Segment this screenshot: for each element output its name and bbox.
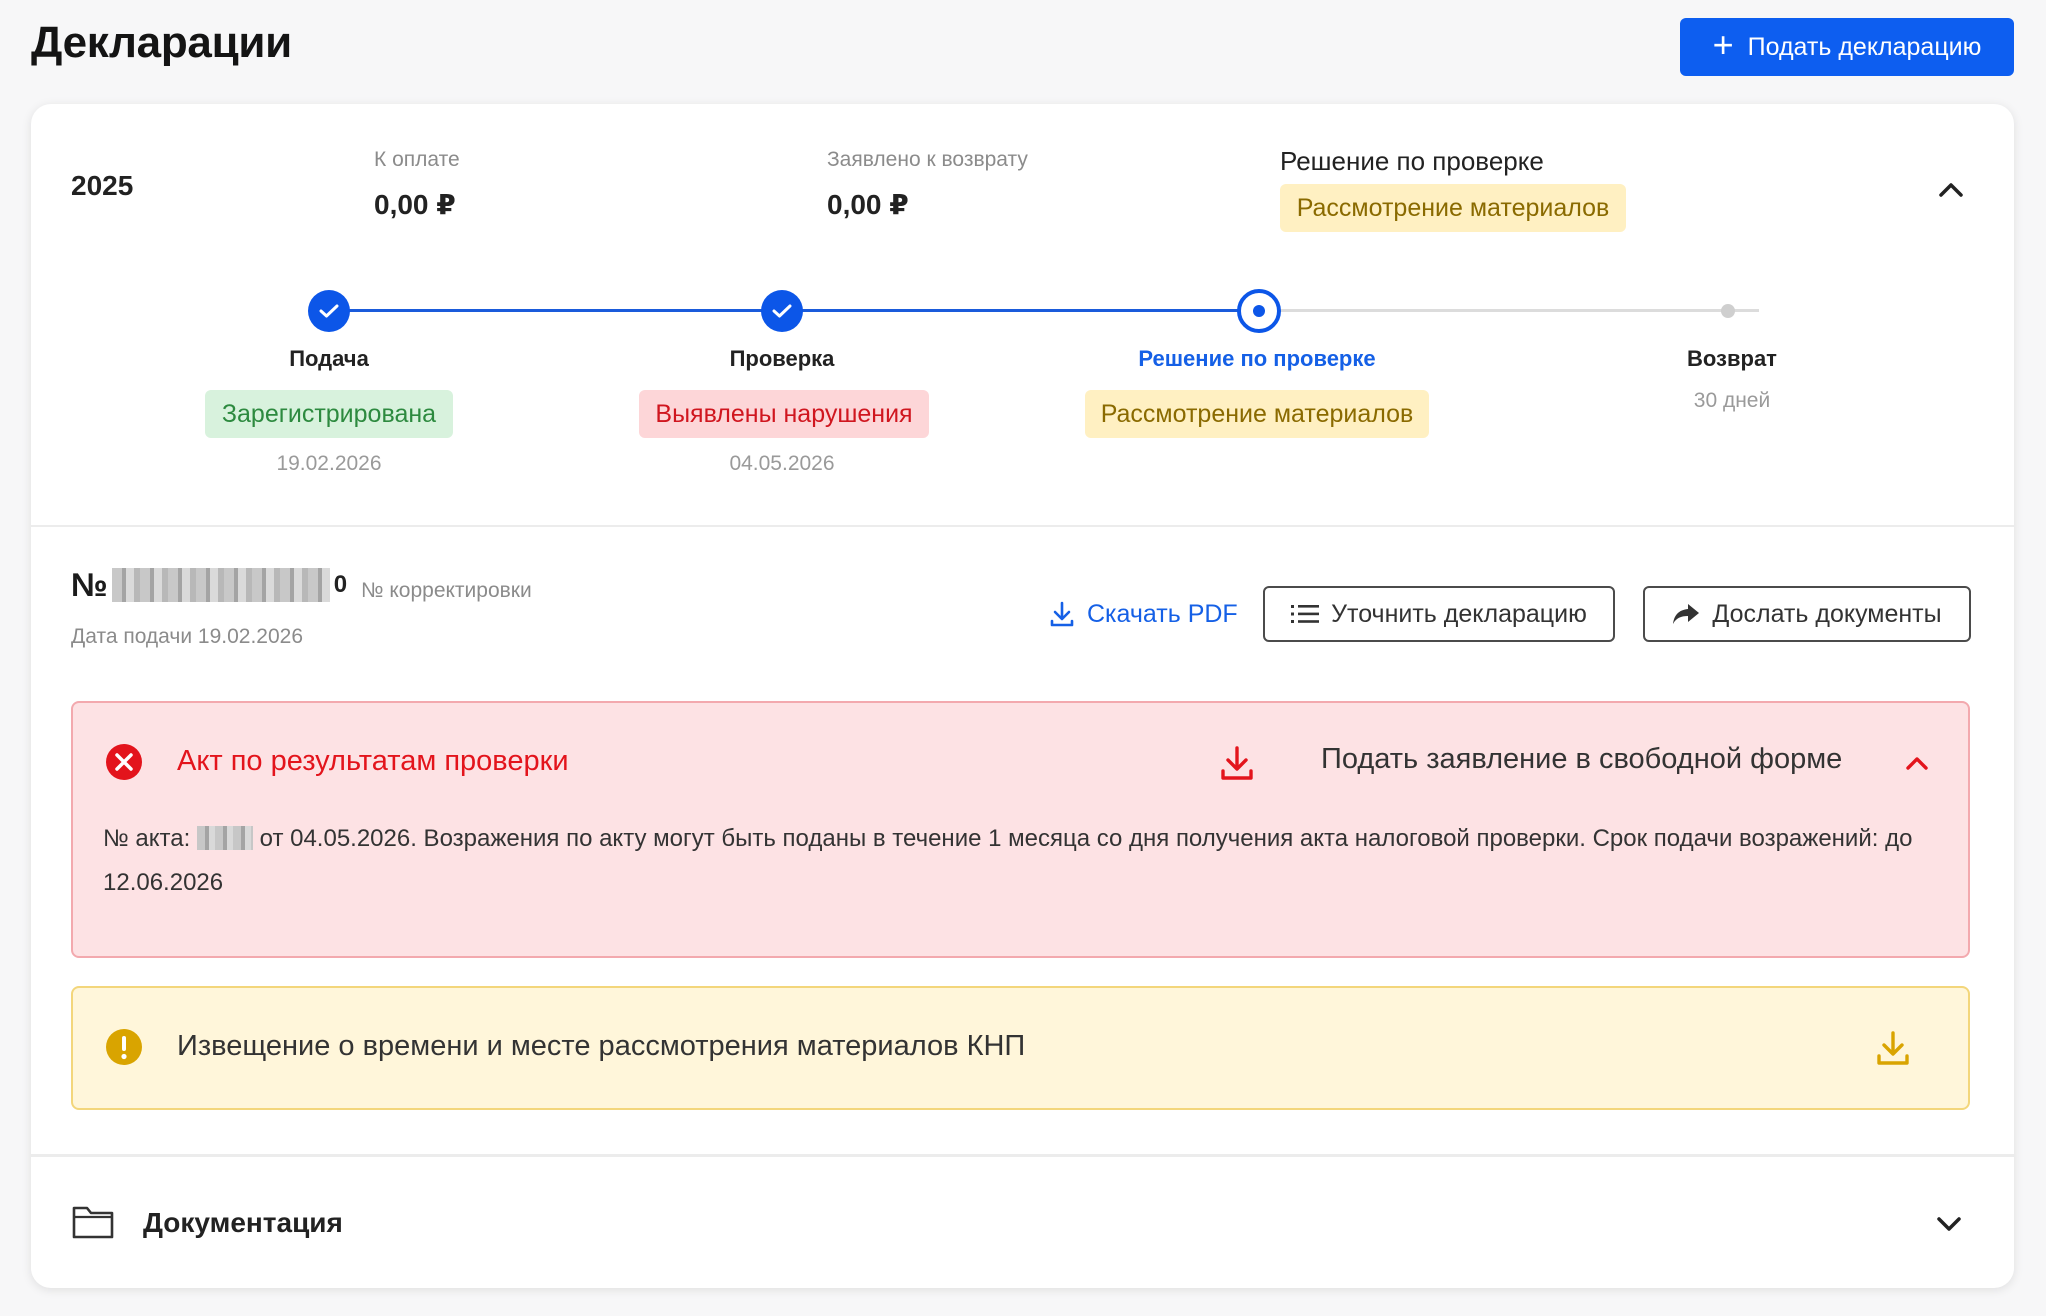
act-number-label: № акта: bbox=[103, 825, 191, 852]
error-circle-icon bbox=[106, 744, 142, 780]
check-icon bbox=[772, 304, 792, 318]
step-status-check: Выявлены нарушения bbox=[639, 390, 929, 438]
step-node-check bbox=[761, 290, 803, 332]
step-title-submission: Подача bbox=[289, 346, 369, 371]
act-alert-title: Акт по результатам проверки bbox=[177, 745, 569, 777]
decision-status-badge: Рассмотрение материалов bbox=[1280, 184, 1626, 232]
warning-circle-icon bbox=[106, 1029, 142, 1065]
step-title-check: Проверка bbox=[729, 346, 835, 371]
chevron-down-icon[interactable] bbox=[1936, 1216, 1962, 1232]
step-date-check: 04.05.2026 bbox=[729, 452, 835, 475]
declaration-card: 2025 К оплате 0,00 ₽ Заявлено к возврату… bbox=[31, 104, 2014, 1288]
send-documents-button[interactable]: Дослать документы bbox=[1643, 586, 1971, 642]
add-declaration-label: Подать декларацию bbox=[1747, 32, 1982, 61]
plus-icon: + bbox=[1712, 24, 1734, 65]
act-details-text: от 04.05.2026. Возражения по акту могут … bbox=[103, 825, 1913, 896]
act-alert-body: № акта: от 04.05.2026. Возражения по акт… bbox=[103, 817, 1923, 905]
download-notice-icon[interactable] bbox=[1873, 1028, 1913, 1068]
step-date-submission: 19.02.2026 bbox=[276, 452, 382, 475]
current-step-dot bbox=[1253, 305, 1265, 317]
step-node-refund bbox=[1721, 304, 1735, 318]
download-act-icon[interactable] bbox=[1217, 743, 1257, 783]
step-node-decision bbox=[1237, 289, 1281, 333]
chevron-up-icon[interactable] bbox=[1905, 755, 1929, 771]
act-alert: Акт по результатам проверки Подать заявл… bbox=[71, 701, 1970, 958]
send-documents-label: Дослать документы bbox=[1712, 599, 1942, 628]
page-title: Декларации bbox=[31, 18, 292, 67]
notice-alert-title: Извещение о времени и месте рассмотрения… bbox=[177, 1030, 1026, 1062]
list-icon bbox=[1291, 605, 1320, 623]
stepper-track-todo bbox=[1247, 309, 1759, 312]
redacted-number bbox=[111, 568, 330, 602]
collapse-button[interactable] bbox=[1931, 170, 1971, 210]
step-title-refund: Возврат bbox=[1687, 346, 1777, 371]
refund-value: 0,00 ₽ bbox=[827, 189, 909, 220]
step-node-submission bbox=[308, 290, 350, 332]
to-pay-value: 0,00 ₽ bbox=[374, 189, 456, 220]
clarify-declaration-label: Уточнить декларацию bbox=[1331, 599, 1587, 628]
share-arrow-icon bbox=[1673, 604, 1700, 624]
refund-label: Заявлено к возврату bbox=[827, 148, 1028, 171]
chevron-up-icon bbox=[1939, 183, 1963, 197]
notice-alert: Извещение о времени и месте рассмотрения… bbox=[71, 986, 1970, 1110]
declaration-number: № 0 bbox=[71, 566, 347, 604]
to-pay-label: К оплате bbox=[374, 148, 460, 171]
declaration-year: 2025 bbox=[71, 170, 134, 201]
download-icon bbox=[1050, 601, 1074, 627]
download-pdf-label: Скачать PDF bbox=[1087, 599, 1238, 628]
step-status-decision: Рассмотрение материалов bbox=[1085, 390, 1429, 438]
documentation-title: Документация bbox=[143, 1207, 343, 1238]
decision-label: Решение по проверке bbox=[1280, 146, 1544, 176]
add-declaration-button[interactable]: + Подать декларацию bbox=[1680, 18, 2014, 76]
section-divider bbox=[31, 1154, 2014, 1157]
filed-date: Дата подачи 19.02.2026 bbox=[71, 625, 304, 648]
submit-free-form-statement-link[interactable]: Подать заявление в свободной форме bbox=[1321, 743, 1842, 776]
step-status-submission: Зарегистрирована bbox=[205, 390, 453, 438]
download-pdf-link[interactable]: Скачать PDF bbox=[1047, 599, 1238, 629]
redacted-act-number bbox=[196, 826, 253, 850]
correction-label: № корректировки bbox=[361, 579, 532, 602]
step-title-decision: Решение по проверке bbox=[1138, 346, 1376, 371]
folder-icon bbox=[72, 1206, 114, 1239]
section-divider bbox=[31, 525, 2014, 527]
check-icon bbox=[319, 304, 339, 318]
clarify-declaration-button[interactable]: Уточнить декларацию bbox=[1263, 586, 1615, 642]
number-prefix: № bbox=[71, 566, 108, 603]
correction-number: 0 bbox=[333, 571, 348, 598]
step-refund-days: 30 дней bbox=[1693, 389, 1771, 412]
